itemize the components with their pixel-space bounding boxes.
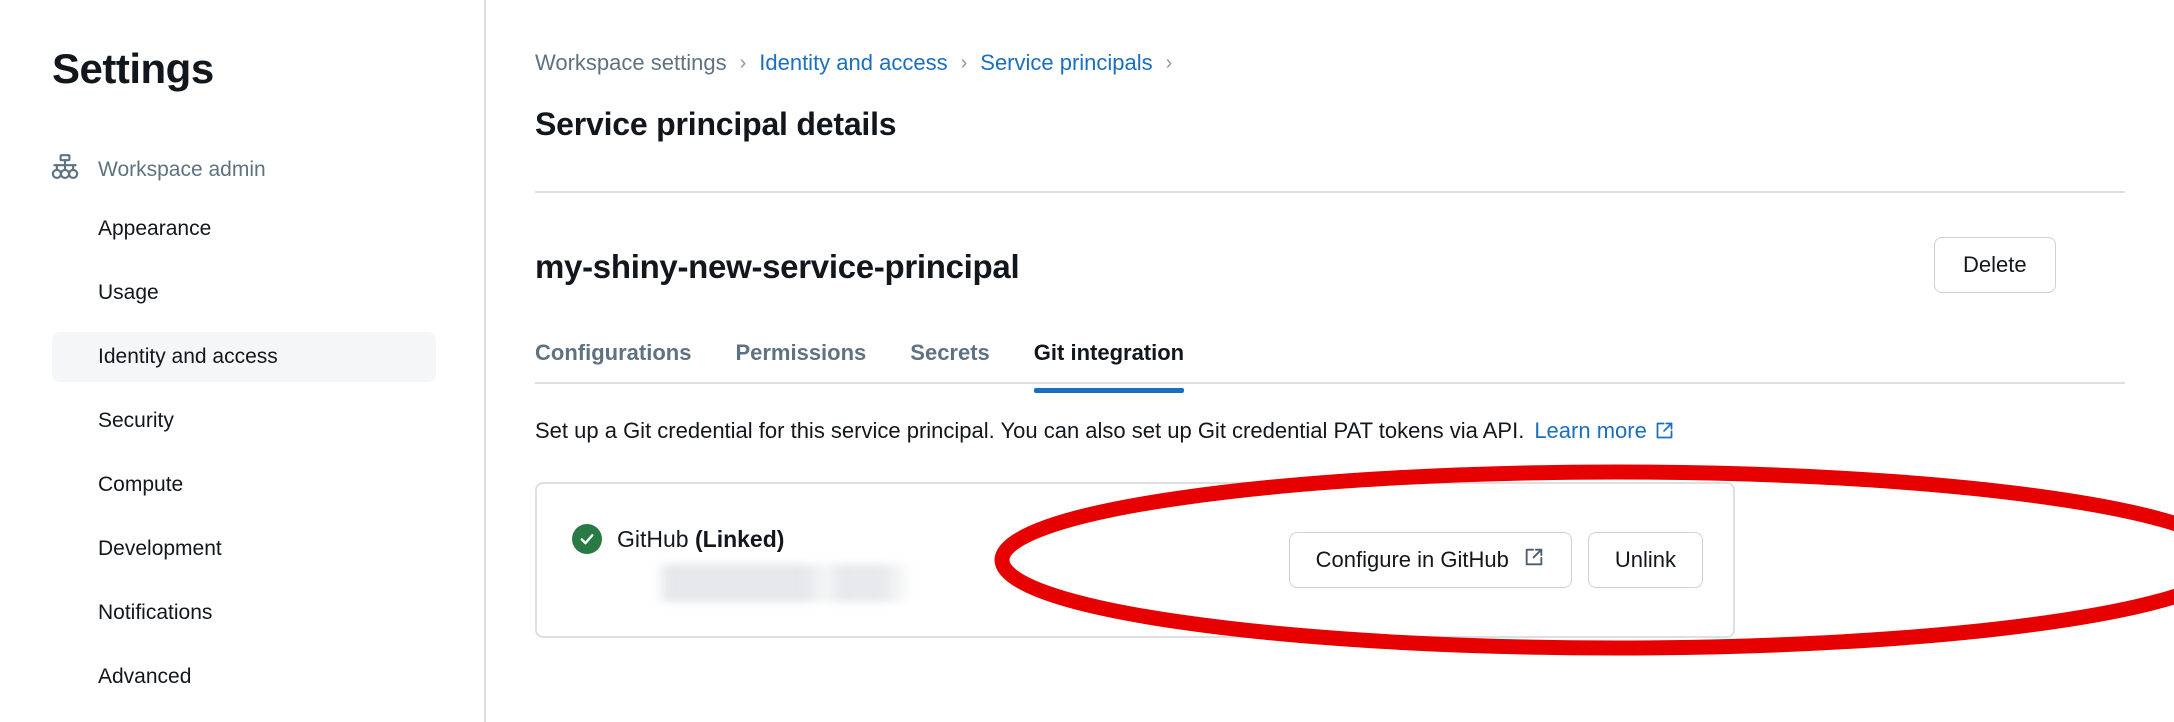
unlink-label: Unlink [1614,547,1676,572]
breadcrumb-item-2[interactable]: Identity and access [759,50,947,76]
git-card-actions: Configure in GitHub Unlink [1288,532,1703,588]
tab-label: Secrets [910,340,990,365]
sidebar-item-label: Advanced [98,665,192,688]
main-content: Workspace settings › Identity and access › S… [486,0,2174,722]
sidebar-item-label: Identity and access [98,345,278,368]
external-link-icon [1654,420,1675,447]
tab-configurations[interactable]: Configurations [535,340,691,393]
git-account-redacted-value [655,564,913,602]
git-integration-description: Set up a Git credential for this service… [535,418,1675,447]
tab-label: Git integration [1033,340,1185,365]
external-link-icon [1523,546,1545,574]
sidebar-item-label: Usage [98,281,159,304]
learn-more-link[interactable]: Learn more [1534,418,1675,443]
sidebar-item-label: Appearance [98,217,212,240]
git-status-row: GitHub (Linked) [572,524,784,554]
sidebar-group-label: Workspace admin [98,157,266,181]
check-circle-icon [572,524,602,554]
breadcrumb-separator: › [739,51,747,74]
sidebar-item-compute[interactable]: Compute [52,460,436,510]
app-window: Settings Workspace admin Appearance Usage… [0,0,2174,722]
tabs-divider [535,382,2125,384]
tab-label: Permissions [735,340,867,365]
description-text: Set up a Git credential for this service… [535,418,1525,443]
service-principal-name: my-shiny-new-service-principal [535,248,1020,285]
breadcrumb-item-1: Workspace settings [535,50,727,75]
sidebar-item-label: Development [98,537,222,560]
tab-permissions[interactable]: Permissions [735,340,866,393]
sidebar-item-notifications[interactable]: Notifications [52,588,436,638]
breadcrumb: Workspace settings › Identity and access › S… [535,50,1185,76]
sidebar-item-label: Security [98,409,174,432]
git-credential-card: GitHub (Linked) Configure in GitHub Unli… [535,482,1735,638]
unlink-button[interactable]: Unlink [1587,532,1703,588]
hierarchy-icon [50,152,80,187]
tab-bar: Configurations Permissions Secrets Git inte… [535,340,1185,393]
configure-in-github-label: Configure in GitHub [1315,547,1509,572]
configure-in-github-button[interactable]: Configure in GitHub [1288,532,1572,588]
sidebar-item-label: Notifications [98,601,213,624]
sidebar-item-advanced[interactable]: Advanced [52,652,436,702]
settings-sidebar: Settings Workspace admin Appearance Usage… [0,0,486,722]
sidebar-group-workspace-admin: Workspace admin [50,152,266,187]
learn-more-label: Learn more [1534,418,1647,443]
breadcrumb-separator: › [1165,51,1173,74]
sidebar-item-security[interactable]: Security [52,396,436,446]
page-title: Service principal details [535,106,897,142]
sidebar-title: Settings [52,45,214,92]
git-link-status: (Linked) [694,525,785,552]
tab-git-integration[interactable]: Git integration [1033,340,1185,393]
breadcrumb-item-3[interactable]: Service principals [980,50,1152,76]
sidebar-nav-list: Appearance Usage Identity and access Securi… [52,204,436,716]
tab-label: Configurations [535,340,692,365]
delete-button[interactable]: Delete [1934,237,2056,293]
sidebar-item-appearance[interactable]: Appearance [52,204,436,254]
sidebar-item-label: Compute [98,473,184,496]
git-provider-name: GitHub [617,525,689,552]
sidebar-item-identity-and-access[interactable]: Identity and access [52,332,436,382]
tab-secrets[interactable]: Secrets [910,340,990,393]
breadcrumb-separator: › [960,51,968,74]
header-divider [535,191,2125,193]
sidebar-item-usage[interactable]: Usage [52,268,436,318]
git-provider-status: GitHub (Linked) [617,526,784,553]
sidebar-item-development[interactable]: Development [52,524,436,574]
